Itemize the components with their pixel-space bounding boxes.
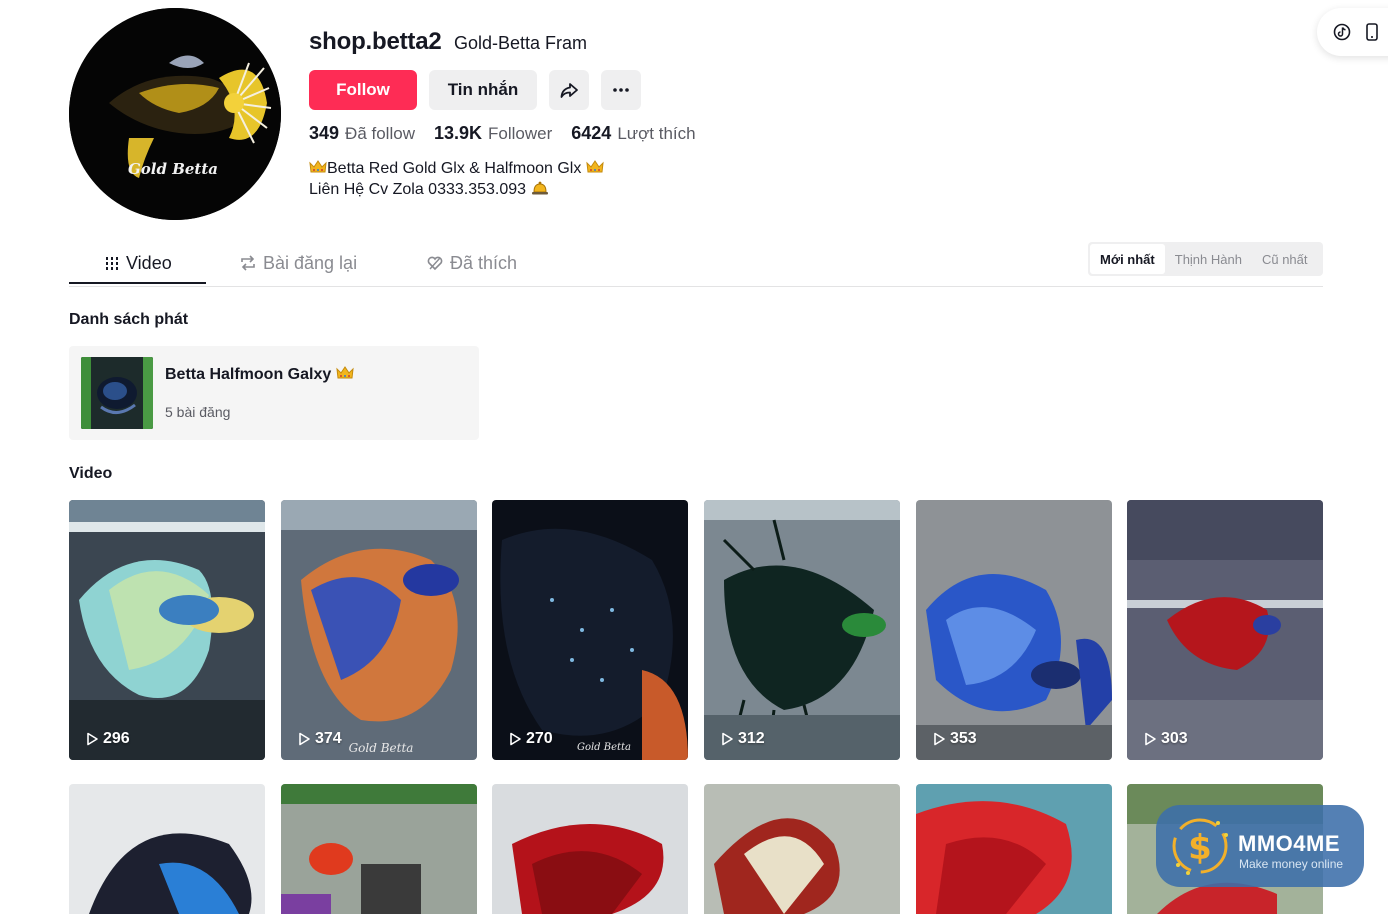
- tiktok-icon[interactable]: [1333, 23, 1351, 41]
- profile-bio: Betta Red Gold Glx & Halfmoon Glx Liên H…: [309, 158, 604, 200]
- view-count: 353: [932, 730, 977, 748]
- share-icon: [560, 83, 578, 98]
- video-card[interactable]: [492, 784, 688, 914]
- sort-newest[interactable]: Mới nhất: [1090, 244, 1165, 274]
- video-card[interactable]: Gold Betta 270: [492, 500, 688, 760]
- play-icon: [934, 732, 945, 746]
- grid-icon: [106, 257, 118, 270]
- playlists-heading: Danh sách phát: [69, 311, 189, 328]
- likes-label: Lượt thích: [617, 124, 696, 143]
- video-card[interactable]: Gold Betta 374: [281, 500, 477, 760]
- videos-heading: Video: [69, 465, 113, 482]
- card-watermark: Gold Betta: [349, 741, 414, 755]
- following-count[interactable]: 349 Đã follow: [309, 123, 415, 144]
- watermark-subtitle: Make money online: [1239, 857, 1344, 871]
- mmo4me-watermark: $ MMO4ME Make money online: [1156, 805, 1364, 887]
- crown-icon: [336, 366, 354, 379]
- video-card[interactable]: 353: [916, 500, 1112, 760]
- followers-count[interactable]: 13.9K Follower: [434, 123, 552, 144]
- svg-text:$: $: [1188, 828, 1212, 868]
- profile-stats: 349 Đã follow 13.9K Follower 6424 Lượt thíc…: [309, 123, 696, 144]
- video-card[interactable]: 296: [69, 500, 265, 760]
- playlist-title-text: Betta Halfmoon Galxy: [165, 366, 332, 383]
- sort-toggle: Mới nhất Thịnh Hành Cũ nhất: [1088, 242, 1323, 276]
- share-button[interactable]: [549, 70, 589, 110]
- following-label: Đã follow: [345, 124, 415, 143]
- view-count-value: 296: [103, 730, 130, 747]
- play-icon: [510, 732, 521, 746]
- video-card[interactable]: [704, 784, 900, 914]
- video-card[interactable]: 303: [1127, 500, 1323, 760]
- play-icon: [87, 732, 98, 746]
- floating-toolbar: [1317, 8, 1388, 56]
- avatar-logo-text: Gold Betta: [128, 160, 218, 178]
- sort-popular[interactable]: Thịnh Hành: [1165, 244, 1252, 274]
- card-watermark: Gold Betta: [577, 742, 631, 753]
- mobile-device-icon[interactable]: [1365, 23, 1379, 41]
- bio-line-2: Liên Hệ Cv Zola 0333.353.093: [309, 181, 527, 198]
- sort-oldest[interactable]: Cũ nhất: [1252, 244, 1318, 274]
- liked-icon: [427, 256, 443, 271]
- video-card[interactable]: [281, 784, 477, 914]
- message-button[interactable]: Tin nhắn: [429, 70, 537, 110]
- play-icon: [299, 732, 310, 746]
- crown-icon: [309, 160, 327, 173]
- watermark-title: MMO4ME: [1238, 831, 1340, 856]
- tab-video-label: Video: [126, 252, 172, 273]
- likes-count: 6424 Lượt thích: [571, 123, 695, 144]
- profile-avatar[interactable]: Gold Betta: [69, 8, 281, 220]
- followers-value: 13.9K: [433, 123, 483, 143]
- view-count-value: 353: [950, 730, 977, 747]
- view-count: 303: [1143, 730, 1188, 748]
- video-card[interactable]: 312: [704, 500, 900, 760]
- view-count: 374: [297, 730, 342, 748]
- play-icon: [1145, 732, 1156, 746]
- dollar-logo-icon: $: [1172, 818, 1228, 875]
- bio-line-1: Betta Red Gold Glx & Halfmoon Glx: [327, 160, 582, 177]
- play-icon: [722, 732, 733, 746]
- username: shop.betta2: [309, 28, 442, 55]
- tab-liked-label: Đã thích: [450, 252, 518, 273]
- repost-icon: [241, 255, 255, 271]
- playlist-count: 5 bài đăng: [165, 404, 231, 420]
- followers-label: Follower: [488, 124, 553, 143]
- view-count: 296: [85, 730, 130, 748]
- view-count-value: 270: [526, 730, 553, 747]
- ellipsis-icon: [613, 88, 629, 92]
- playlist-card[interactable]: Betta Halfmoon Galxy 5 bài đăng: [69, 346, 479, 440]
- tab-liked[interactable]: Đã thích: [426, 242, 517, 284]
- view-count-value: 312: [738, 730, 765, 747]
- tab-video[interactable]: Video: [104, 242, 172, 284]
- bell-icon: [531, 181, 548, 195]
- view-count: 312: [720, 730, 765, 748]
- playlist-title: Betta Halfmoon Galxy: [165, 366, 354, 384]
- playlist-thumbnail: [81, 357, 153, 429]
- video-card[interactable]: [69, 784, 265, 914]
- view-count-value: 303: [1161, 730, 1188, 747]
- follow-button[interactable]: Follow: [309, 70, 417, 110]
- video-card[interactable]: [916, 784, 1112, 914]
- following-value: 349: [309, 123, 340, 143]
- more-options-button[interactable]: [601, 70, 641, 110]
- tab-reposts[interactable]: Bài đăng lại: [239, 242, 357, 284]
- view-count: 270: [508, 730, 553, 748]
- likes-value: 6424: [571, 123, 612, 143]
- nickname: Gold-Betta Fram: [454, 33, 588, 53]
- view-count-value: 374: [315, 730, 342, 747]
- crown-icon: [586, 160, 604, 173]
- active-tab-indicator: [69, 282, 206, 284]
- tab-reposts-label: Bài đăng lại: [263, 252, 358, 273]
